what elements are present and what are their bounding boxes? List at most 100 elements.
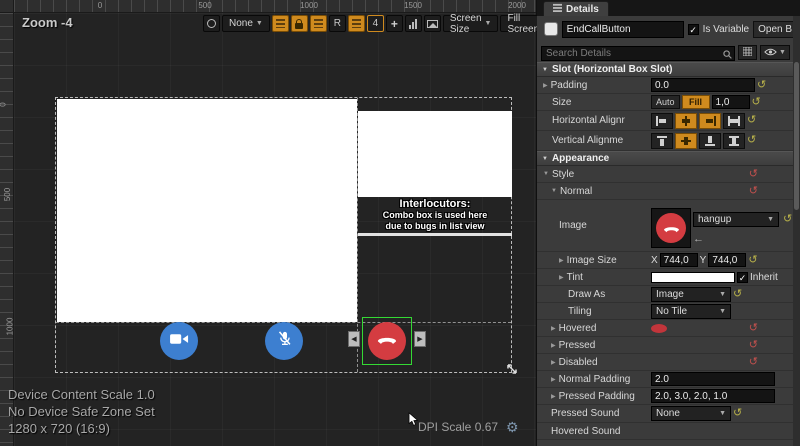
property-row-tint: ▶ Tint ✓ Inherit (537, 269, 800, 286)
reset-to-default-icon[interactable]: ↺ (733, 408, 742, 419)
y-label: Y (699, 254, 707, 266)
preview-status: Device Content Scale 1.0 No Device Safe … (8, 386, 155, 437)
reset-to-default-icon[interactable]: ↺ (783, 214, 792, 225)
combo-box-panel[interactable] (358, 111, 512, 197)
reset-to-default-icon[interactable]: ↺ (749, 168, 758, 180)
tiling-dropdown[interactable]: No Tile ▼ (651, 303, 731, 319)
reset-to-default-icon[interactable]: ↺ (733, 288, 742, 300)
image-size-y-input[interactable] (708, 253, 747, 267)
camera-button[interactable] (160, 322, 198, 360)
pressed-label: Pressed (558, 339, 596, 351)
expander-icon[interactable]: ▶ (559, 274, 564, 281)
property-row-hovered: ▶ Hovered ↺ (537, 320, 800, 337)
halign-center-button[interactable] (675, 112, 697, 129)
preview-mode-button[interactable] (203, 15, 220, 32)
search-details-input[interactable] (541, 46, 735, 61)
reset-to-default-icon[interactable]: ↺ (749, 322, 758, 334)
is-variable-checkbox[interactable]: ✓ (687, 23, 699, 35)
draw-as-dropdown[interactable]: Image ▼ (651, 286, 731, 302)
brush-preview[interactable] (651, 208, 691, 248)
expander-icon[interactable]: ▶ (551, 376, 556, 383)
halign-left-button[interactable] (651, 112, 673, 129)
property-row-size: Size Auto Fill ↺ (537, 94, 800, 111)
view-options-button[interactable]: ▼ (760, 44, 790, 60)
property-row-tiling: Tiling No Tile ▼ (537, 303, 800, 320)
use-selected-asset-icon[interactable]: ← (693, 233, 704, 245)
expander-icon[interactable]: ▶ (551, 325, 556, 332)
inherit-checkbox[interactable]: ✓ (737, 271, 748, 283)
normal-padding-input[interactable] (651, 372, 775, 386)
snap-grid-button[interactable] (309, 15, 327, 32)
property-matrix-button[interactable] (738, 44, 757, 60)
halign-right-button[interactable] (699, 112, 721, 129)
image-icon (426, 19, 438, 28)
pressed-sound-dropdown[interactable]: None ▼ (651, 406, 731, 421)
image-asset-dropdown[interactable]: hangup ▼ (693, 212, 779, 227)
reset-to-default-icon[interactable]: ↺ (748, 254, 757, 266)
localization-preview-value: None (229, 18, 253, 29)
expander-icon[interactable]: ▶ (551, 342, 556, 349)
gear-icon[interactable]: ⚙ (506, 420, 519, 434)
widget-name-input[interactable] (561, 20, 684, 38)
size-auto-button[interactable]: Auto (651, 95, 680, 109)
valign-top-button[interactable] (651, 132, 673, 149)
reset-to-default-icon[interactable]: ↺ (749, 185, 758, 197)
section-appearance[interactable]: ▼ Appearance (537, 151, 800, 166)
designer-canvas[interactable]: 0 500 1000 1500 2000 0 500 1000 Zoom -4 … (0, 0, 557, 446)
localization-preview-dropdown[interactable]: None ▼ (222, 15, 270, 32)
stats-button[interactable] (404, 15, 422, 32)
scrollbar-thumb[interactable] (794, 62, 799, 210)
valign-fill-button[interactable] (723, 132, 745, 149)
end-call-button[interactable] (368, 322, 406, 360)
ruler-vertical: 0 500 1000 (0, 13, 14, 446)
expander-icon[interactable]: ▶ (559, 257, 564, 264)
tab-details[interactable]: Details (543, 1, 609, 16)
size-fill-button[interactable]: Fill (681, 95, 710, 109)
ruler-mark: 0 (0, 102, 8, 106)
expander-icon[interactable]: ▼ (543, 171, 549, 177)
nav-left-handle[interactable]: ◀ (348, 331, 360, 347)
reset-to-default-icon[interactable]: ↺ (747, 135, 756, 146)
halign-fill-button[interactable] (723, 112, 745, 129)
lock-icon (295, 18, 304, 29)
section-slot[interactable]: ▼ Slot (Horizontal Box Slot) (537, 62, 800, 77)
lock-widgets-button[interactable] (290, 15, 308, 32)
reset-to-default-icon[interactable]: ↺ (747, 115, 756, 126)
reset-to-default-icon[interactable]: ↺ (757, 79, 766, 91)
mute-mic-button[interactable] (265, 322, 303, 360)
nav-right-handle[interactable]: ▶ (414, 331, 426, 347)
valign-center-button[interactable] (675, 132, 697, 149)
resize-handle-icon[interactable] (505, 362, 519, 381)
video-camera-icon (169, 332, 189, 350)
image-size-x-input[interactable] (659, 253, 698, 267)
designer-toolbar: None ▼ R 4 + Screen Size ▼ Fill Screen ▼ (203, 13, 557, 35)
size-value-input[interactable] (711, 95, 750, 109)
r-toggle-button[interactable]: R (328, 15, 346, 32)
expander-icon[interactable]: ▶ (551, 359, 556, 366)
screen-size-dropdown[interactable]: Screen Size ▼ (442, 13, 499, 35)
expander-icon[interactable]: ▼ (551, 188, 557, 194)
reset-to-default-icon[interactable]: ↺ (749, 356, 758, 368)
zoom-indicator: Zoom -4 (22, 15, 73, 30)
expander-icon[interactable]: ▶ (543, 82, 548, 89)
reset-to-default-icon[interactable]: ↺ (752, 96, 761, 108)
auto-label: Auto (656, 97, 675, 107)
tint-color-swatch[interactable] (651, 271, 735, 283)
image-size-label: Image Size (566, 254, 617, 266)
grid-size-button[interactable]: 4 (366, 15, 384, 32)
transform-mode-button[interactable]: + (385, 15, 403, 32)
expander-icon[interactable]: ▶ (551, 393, 556, 400)
show-grid-button[interactable] (271, 15, 289, 32)
ruler-mark: 1500 (404, 1, 422, 10)
padding-input[interactable] (651, 78, 755, 92)
details-scrollbar[interactable] (793, 16, 800, 446)
outline-mode-button[interactable] (347, 15, 365, 32)
main-white-panel[interactable] (57, 99, 357, 322)
ruler-mark: 1000 (5, 317, 15, 336)
reset-to-default-icon[interactable]: ↺ (749, 339, 758, 351)
open-binding-button[interactable]: Open B (753, 20, 796, 38)
preview-image-button[interactable] (423, 15, 441, 32)
valign-bottom-button[interactable] (699, 132, 721, 149)
resolution-label: 1280 x 720 (16:9) (8, 421, 110, 436)
pressed-padding-input[interactable] (651, 389, 775, 403)
